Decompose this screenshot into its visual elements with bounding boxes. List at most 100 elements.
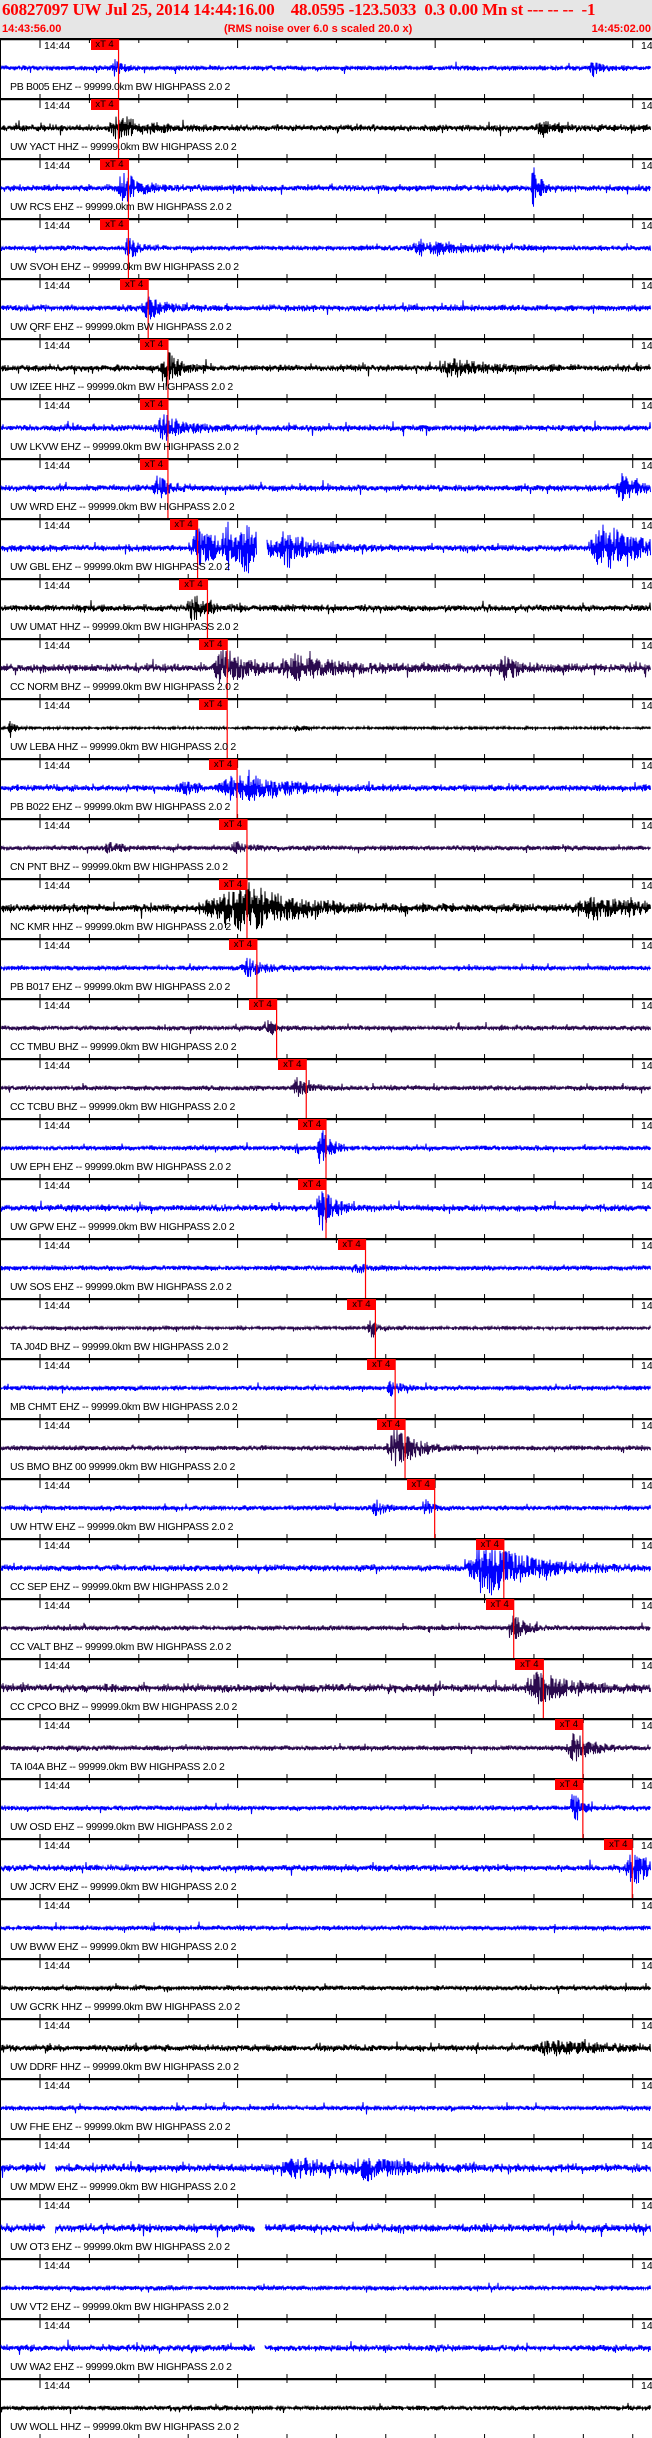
right-tick-label: 14: <box>641 1120 652 1132</box>
time-tick-label: 14:44 <box>44 1300 71 1312</box>
pick-marker[interactable]: xT 4 <box>554 1779 583 1790</box>
trace-panel: 14:44 14: CC NORM BHZ -- 99999.0km BW HIGH… <box>0 638 652 698</box>
station-label: CC VALT BHZ -- 99999.0km BW HIGHPASS 2.0… <box>10 1641 232 1653</box>
pick-marker[interactable]: xT 4 <box>218 819 247 830</box>
station-label: CC TCBU BHZ -- 99999.0km BW HIGHPASS 2.0… <box>10 1101 236 1113</box>
waveform-trace <box>264 2341 651 2353</box>
scaling-note: (RMS noise over 6.0 s scaled 20.0 x) <box>224 23 413 35</box>
station-label: PB B017 EHZ -- 99999.0km BW HIGHPASS 2.0… <box>10 981 231 993</box>
pick-marker[interactable]: xT 4 <box>604 1839 633 1850</box>
trace-panel: 14:44 14: UW MDW EHZ -- 99999.0km BW HIGHP… <box>0 2138 652 2198</box>
station-label: UW EPH EHZ -- 99999.0km BW HIGHPASS 2.0 … <box>10 1161 231 1173</box>
right-tick-label: 14: <box>641 1240 652 1252</box>
time-tick-label: 14:44 <box>44 100 71 112</box>
seismogram-plot: 14:44 14: PB B005 EHZ -- 99999.0km BW HIGH… <box>0 38 652 2438</box>
trace-panel: 14:44 14: TA J04D BHZ -- 99999.0km BW HIGH… <box>0 1298 652 1358</box>
pick-marker[interactable]: xT 4 <box>179 579 208 590</box>
pick-marker[interactable]: xT 4 <box>120 279 149 290</box>
trace-panel: 14:44 14: UW LEBA HHZ -- 99999.0km BW HIGH… <box>0 698 652 758</box>
pick-marker[interactable]: xT 4 <box>139 399 168 410</box>
pick-marker[interactable]: xT 4 <box>406 1479 435 1490</box>
pick-marker[interactable]: xT 4 <box>100 159 129 170</box>
waveform-trace <box>0 769 651 802</box>
trace-panel: 14:44 14: UW WA2 EHZ -- 99999.0km BW HIGHP… <box>0 2318 652 2378</box>
pick-marker[interactable]: xT 4 <box>515 1659 544 1670</box>
waveform-trace <box>0 2282 651 2293</box>
pick-marker[interactable]: xT 4 <box>347 1299 376 1310</box>
waveform-trace <box>0 1320 651 1338</box>
pick-marker[interactable]: xT 4 <box>298 1179 326 1190</box>
pick-marker[interactable]: xT 4 <box>278 1059 307 1070</box>
time-tick-label: 14:44 <box>44 280 71 292</box>
pick-marker[interactable]: xT 4 <box>554 1719 583 1730</box>
waveform-trace <box>0 296 651 320</box>
pick-marker[interactable]: xT 4 <box>209 759 238 770</box>
waveform-trace <box>0 957 651 977</box>
pick-marker[interactable]: xT 4 <box>169 519 198 530</box>
waveform-trace <box>0 2038 651 2057</box>
pick-marker[interactable]: xT 4 <box>90 39 119 50</box>
trace-panel: 14:44 14: UW HTW EHZ -- 99999.0km BW HIGHP… <box>0 1478 652 1538</box>
end-time: 14:45:02.00 <box>591 23 651 35</box>
time-tick-label: 14:44 <box>44 2320 71 2332</box>
right-tick-label: 14: <box>641 1180 652 1192</box>
station-label: UW RCS EHZ -- 99999.0km BW HIGHPASS 2.0 … <box>10 201 232 213</box>
trace-panel: 14:44 14: UW GPW EHZ -- 99999.0km BW HIGHP… <box>0 1178 652 1238</box>
time-tick-label: 14:44 <box>44 580 71 592</box>
time-tick-label: 14:44 <box>44 1900 71 1912</box>
waveform-trace <box>0 595 651 621</box>
event-header: 60827097 UW Jul 25, 2014 14:44:16.00 48.… <box>0 0 652 38</box>
trace-panel: 14:44 14: CC TCBU BHZ -- 99999.0km BW HIGH… <box>0 1058 652 1118</box>
pick-marker[interactable]: xT 4 <box>377 1419 406 1430</box>
station-label: CC NORM BHZ -- 99999.0km BW HIGHPASS 2.0… <box>10 681 239 693</box>
waveform-trace <box>0 116 651 140</box>
time-tick-label: 14:44 <box>44 520 71 532</box>
pick-marker[interactable]: xT 4 <box>228 939 257 950</box>
trace-panel: 14:44 14: UW UMAT HHZ -- 99999.0km BW HIGH… <box>0 578 652 638</box>
waveform-trace <box>0 1671 651 1705</box>
pick-marker[interactable]: xT 4 <box>90 99 119 110</box>
pick-marker[interactable]: xT 4 <box>139 339 168 350</box>
station-label: PB B005 EHZ -- 99999.0km BW HIGHPASS 2.0… <box>10 81 231 93</box>
pick-marker[interactable]: xT 4 <box>485 1599 514 1610</box>
waveform-trace <box>0 2402 651 2415</box>
pick-marker[interactable]: xT 4 <box>199 639 228 650</box>
right-tick-label: 14: <box>641 760 652 772</box>
time-tick-label: 14:44 <box>44 940 71 952</box>
station-label: UW DDRF HHZ -- 99999.0km BW HIGHPASS 2.0… <box>10 2061 239 2073</box>
time-tick-label: 14:44 <box>44 1600 71 1612</box>
pick-marker[interactable]: xT 4 <box>100 219 129 230</box>
station-label: UW MDW EHZ -- 99999.0km BW HIGHPASS 2.0 … <box>10 2181 236 2193</box>
time-tick-label: 14:44 <box>44 640 71 652</box>
waveform-trace <box>55 2157 651 2182</box>
time-tick-label: 14:44 <box>44 2200 71 2212</box>
trace-panel: 14:44 14: CC SEP EHZ -- 99999.0km BW HIGHP… <box>0 1538 652 1598</box>
station-label: UW YACT HHZ -- 99999.0km BW HIGHPASS 2.0… <box>10 141 237 153</box>
pick-marker[interactable]: xT 4 <box>475 1539 504 1550</box>
pick-marker[interactable]: xT 4 <box>218 879 247 890</box>
station-label: UW OSD EHZ -- 99999.0km BW HIGHPASS 2.0 … <box>10 1821 233 1833</box>
station-label: US BMO BHZ 00 99999.0km BW HIGHPASS 2.0 … <box>10 1461 236 1473</box>
right-tick-label: 14: <box>641 1960 652 1972</box>
right-tick-label: 14: <box>641 100 652 112</box>
trace-panel: 14:44 14: PB B005 EHZ -- 99999.0km BW HIGH… <box>0 38 652 98</box>
waveform-trace <box>0 1733 651 1762</box>
station-label: CN PNT BHZ -- 99999.0km BW HIGHPASS 2.0 … <box>10 861 228 873</box>
station-label: UW LKVW EHZ -- 99999.0km BW HIGHPASS 2.0… <box>10 441 239 453</box>
time-tick-label: 14:44 <box>44 1660 71 1672</box>
time-tick-label: 14:44 <box>44 1360 71 1372</box>
waveform-trace <box>0 648 651 684</box>
time-tick-label: 14:44 <box>44 220 71 232</box>
pick-marker[interactable]: xT 4 <box>337 1239 366 1250</box>
pick-marker[interactable]: xT 4 <box>139 459 168 470</box>
pick-marker[interactable]: xT 4 <box>248 999 277 1010</box>
trace-panel: 14:44 14: UW QRF EHZ -- 99999.0km BW HIGHP… <box>0 278 652 338</box>
waveform-trace <box>0 473 651 502</box>
right-tick-label: 14: <box>641 580 652 592</box>
pick-marker[interactable]: xT 4 <box>199 699 228 710</box>
right-tick-label: 14: <box>641 340 652 352</box>
pick-marker[interactable]: xT 4 <box>298 1119 326 1130</box>
pick-marker[interactable]: xT 4 <box>367 1359 396 1370</box>
time-tick-label: 14:44 <box>44 1120 71 1132</box>
trace-panel: 14:44 14: UW GCRK HHZ -- 99999.0km BW HIGH… <box>0 1958 652 2018</box>
